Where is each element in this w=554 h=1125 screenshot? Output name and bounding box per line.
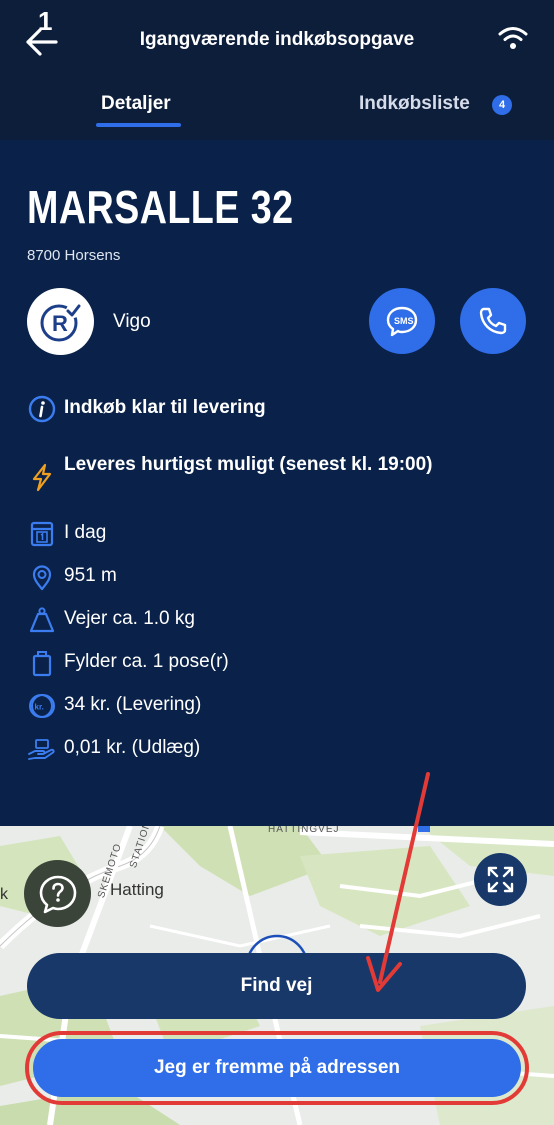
help-button[interactable]	[24, 860, 91, 927]
map-label-hattingvej: HATTINGVEJ	[268, 826, 340, 835]
delivery-price: 34 kr. (Levering)	[64, 694, 202, 715]
weight: Vejer ca. 1.0 kg	[64, 608, 195, 629]
shopping-list-count-badge: 4	[492, 95, 512, 115]
wifi-icon	[498, 27, 528, 49]
weight-icon	[29, 607, 55, 633]
expand-map-button[interactable]	[474, 853, 527, 906]
customer-name: Vigo	[113, 311, 151, 332]
bag-icon	[32, 651, 52, 677]
location-pin-icon	[32, 565, 52, 591]
delivery-day: I dag	[64, 522, 107, 543]
outlay: 0,01 kr. (Udlæg)	[64, 737, 201, 758]
phone-icon	[479, 307, 507, 335]
tab-details[interactable]: Detaljer	[101, 93, 171, 115]
active-tab-indicator	[96, 123, 181, 127]
annotation-arrow-icon	[366, 772, 430, 992]
lightning-icon	[32, 463, 52, 492]
info-icon	[28, 395, 56, 423]
hand-money-icon	[28, 739, 55, 760]
svg-text:R: R	[52, 311, 68, 336]
delivery-address: MARSALLE 32	[27, 181, 294, 233]
map-label-edge: k	[0, 886, 8, 903]
delivery-city: 8700 Horsens	[27, 247, 121, 264]
coin-icon-label: kr.	[35, 703, 44, 712]
customer-avatar: R	[27, 288, 94, 355]
calendar-icon	[30, 521, 54, 547]
distance: 951 m	[64, 565, 117, 586]
arrived-at-address-button[interactable]: Jeg er fremme på adressen	[33, 1039, 521, 1097]
coin-icon: kr.	[29, 694, 55, 718]
map-label-hatting: Hatting	[110, 880, 164, 899]
expand-icon	[487, 866, 514, 893]
tab-shopping-list[interactable]: Indkøbsliste	[359, 93, 470, 115]
sms-button[interactable]: SMS	[369, 288, 435, 354]
find-route-button[interactable]: Find vej	[27, 953, 526, 1019]
sms-icon: SMS	[386, 306, 418, 337]
arrived-button-highlight: Jeg er fremme på adressen	[25, 1031, 529, 1105]
verified-r-logo-icon: R	[40, 304, 81, 342]
sms-icon-label: SMS	[394, 316, 414, 326]
order-status: Indkøb klar til levering	[64, 397, 266, 418]
bags: Fylder ca. 1 pose(r)	[64, 651, 229, 672]
delivery-time: Leveres hurtigst muligt (senest kl. 19:0…	[64, 454, 433, 475]
help-chat-icon	[39, 875, 77, 914]
call-button[interactable]	[460, 288, 526, 354]
header: 1 Igangværende indkøbsopgave Detaljer In…	[0, 0, 554, 140]
page-title: Igangværende indkøbsopgave	[139, 29, 415, 50]
